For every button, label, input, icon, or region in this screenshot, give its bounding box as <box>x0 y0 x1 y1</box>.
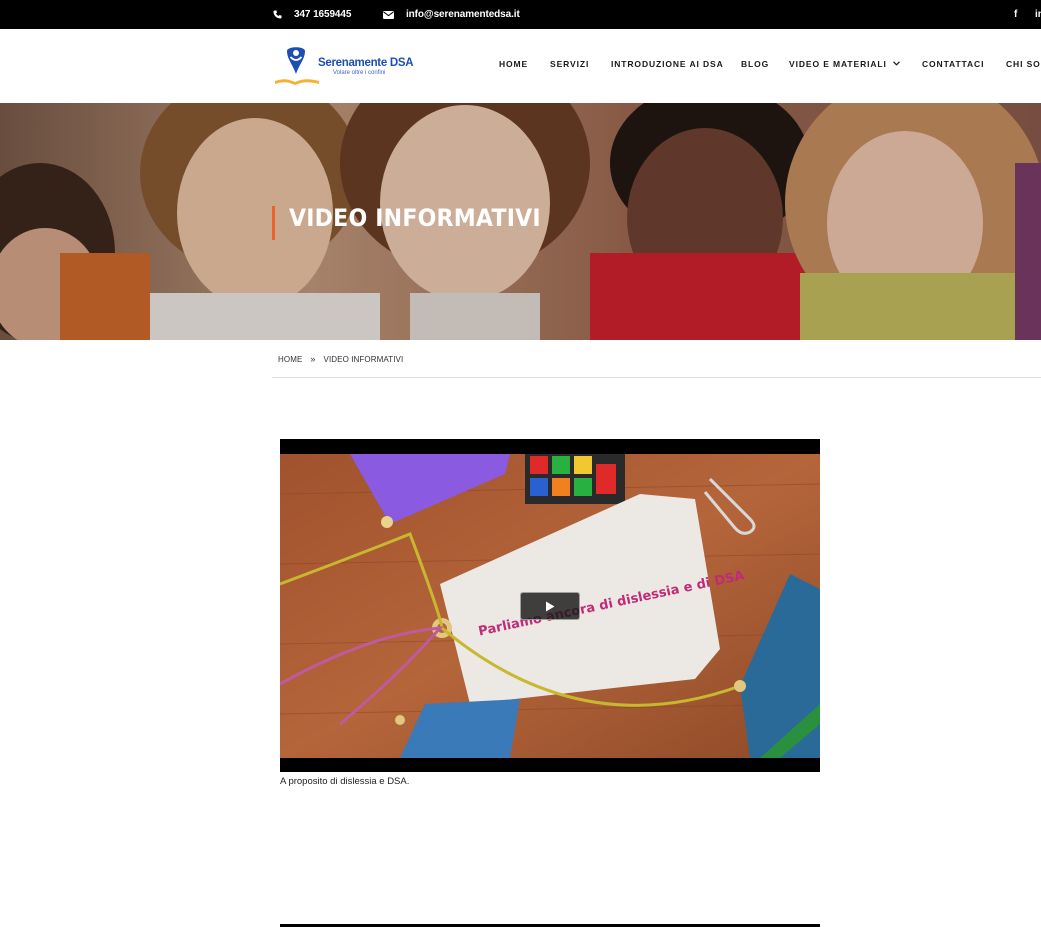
phone-number: 347 1659445 <box>294 9 352 20</box>
phone-contact[interactable]: 347 1659445 <box>273 0 351 29</box>
hero-banner: VIDEO INFORMATIVI <box>0 103 1041 340</box>
breadcrumb: HOME » VIDEO INFORMATIVI <box>278 354 403 364</box>
breadcrumb-current: VIDEO INFORMATIVI <box>323 354 404 364</box>
nav-item-video-materiali[interactable]: VIDEO E MATERIALI <box>789 59 900 69</box>
video-player[interactable]: Parliamo ancora di dislessia e di DSA <box>280 439 820 772</box>
nav-item-blog[interactable]: BLOG <box>741 59 769 69</box>
facebook-link[interactable]: f <box>1014 0 1017 29</box>
nav-item-home[interactable]: HOME <box>499 59 528 69</box>
breadcrumb-home-link[interactable]: HOME <box>278 355 302 364</box>
chevron-down-icon <box>892 61 900 66</box>
top-bar: 347 1659445 info@serenamentedsa.it f in <box>0 0 1041 29</box>
linkedin-icon: in <box>1035 9 1041 20</box>
linkedin-link[interactable]: in <box>1035 0 1041 29</box>
play-icon <box>546 601 555 611</box>
video-caption: A proposito di dislessia e DSA. <box>280 776 410 787</box>
hero-title-accent <box>272 206 275 240</box>
nav-item-contattaci[interactable]: CONTATTACI <box>922 59 984 69</box>
main-nav: HOME SERVIZI INTRODUZIONE AI DSA BLOG VI… <box>0 29 1041 103</box>
email-address: info@serenamentedsa.it <box>406 9 520 20</box>
phone-icon <box>273 10 282 19</box>
facebook-icon: f <box>1014 9 1018 20</box>
envelope-icon <box>383 10 394 19</box>
nav-item-servizi[interactable]: SERVIZI <box>550 59 589 69</box>
breadcrumb-separator: » <box>310 354 316 364</box>
breadcrumb-divider <box>272 377 1041 378</box>
site-header: Serenamente DSA Volare oltre i confini H… <box>0 29 1041 103</box>
email-contact[interactable]: info@serenamentedsa.it <box>383 0 520 29</box>
page-title: VIDEO INFORMATIVI <box>289 204 541 232</box>
nav-item-chi-siamo[interactable]: CHI SO <box>1006 59 1041 69</box>
nav-item-video-materiali-label: VIDEO E MATERIALI <box>789 59 887 69</box>
nav-item-introduzione[interactable]: INTRODUZIONE AI DSA <box>611 59 724 69</box>
play-button[interactable] <box>520 592 580 620</box>
